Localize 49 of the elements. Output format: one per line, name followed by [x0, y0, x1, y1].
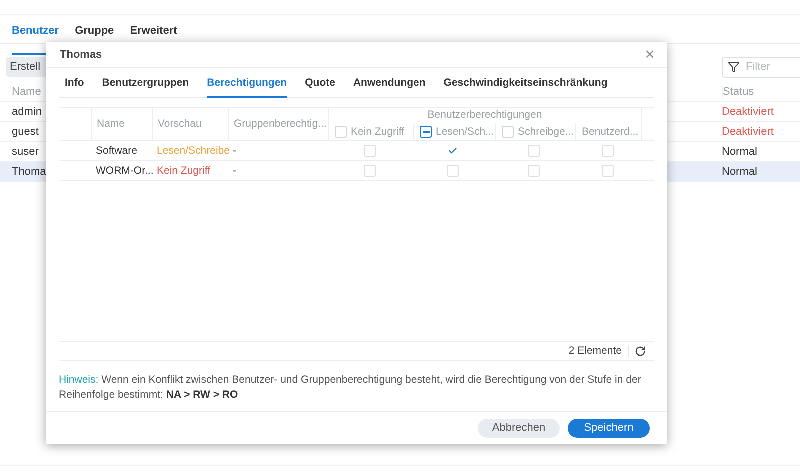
- item-count: 2 Elemente: [568, 345, 629, 357]
- header-checkbox[interactable]: [420, 126, 432, 138]
- permission-checkbox[interactable]: [528, 144, 540, 156]
- cancel-button[interactable]: Abbrechen: [478, 418, 560, 438]
- user-status: Normal: [722, 166, 758, 178]
- user-name: admin: [11, 106, 43, 118]
- user-status: Normal: [722, 146, 758, 158]
- user-status: Deaktiviert: [722, 106, 775, 118]
- column-header: Benutzerd...: [582, 126, 639, 138]
- group-header: Benutzerberechtigungen: [426, 108, 544, 123]
- column-header: Status: [722, 86, 800, 98]
- column-header: Lesen/Sch...: [436, 126, 494, 138]
- permission-checkbox[interactable]: [364, 164, 376, 176]
- column-header: Name: [91, 108, 152, 140]
- hint-text: Hinweis: Wenn ein Konflikt zwischen Benutzer- und Gruppenberechtigung besteht, wird die Berechtigung von der Stufe in der Reihenfolge bestimmt: NA > RW > RO: [59, 373, 642, 403]
- column-header: Kein Zugriff: [351, 126, 404, 138]
- group-permission: -: [232, 164, 238, 176]
- group-permission: -: [232, 144, 238, 156]
- close-button[interactable]: ×: [645, 46, 655, 63]
- dialog-tab[interactable]: Quote: [305, 76, 336, 98]
- column-header: Name: [11, 86, 42, 98]
- user-name: guest: [11, 126, 40, 138]
- dialog-tab[interactable]: Geschwindigkeitseinschränkung: [444, 76, 608, 98]
- permission-checkbox[interactable]: [528, 164, 540, 176]
- user-name: suser: [11, 146, 40, 158]
- refresh-button[interactable]: [635, 346, 646, 356]
- permission-checkbox[interactable]: [602, 164, 614, 176]
- filter-field[interactable]: Filter: [722, 56, 800, 78]
- user-status: Deaktiviert: [722, 126, 775, 138]
- share-name: Software: [95, 144, 138, 156]
- share-name: WORM-Or...: [95, 164, 152, 176]
- refresh-icon: [635, 346, 646, 356]
- preview-text: Kein Zugriff: [156, 164, 212, 176]
- save-button[interactable]: Speichern: [568, 418, 650, 438]
- column-header: Schreibge...: [518, 126, 574, 138]
- filter-icon: [728, 60, 740, 72]
- dialog-tab[interactable]: Berechtigungen: [207, 76, 288, 98]
- user-name: Thoma: [11, 166, 46, 178]
- dialog-tab[interactable]: Info: [65, 76, 84, 98]
- dialog-tab[interactable]: Anwendungen: [353, 76, 426, 98]
- column-header: Gruppenberechtig...: [228, 108, 328, 140]
- dialog-title: Thomas: [60, 48, 102, 60]
- permission-checkbox[interactable]: [364, 144, 376, 156]
- dialog-tab[interactable]: Benutzergruppen: [102, 76, 190, 98]
- preview-text: Lesen/Schreibe: [156, 144, 228, 156]
- permission-checkbox[interactable]: [447, 164, 459, 176]
- permission-checkbox[interactable]: [602, 144, 614, 156]
- create-button[interactable]: Erstell: [6, 57, 46, 77]
- column-header: Vorschau: [152, 108, 228, 140]
